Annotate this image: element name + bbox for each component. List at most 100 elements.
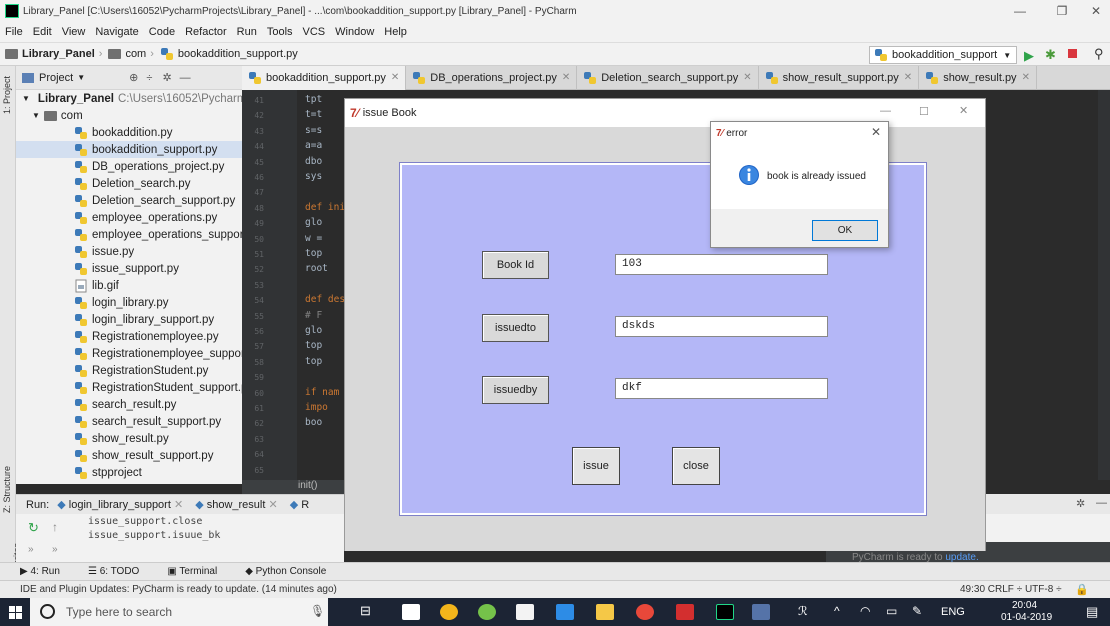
locate-icon[interactable]: ⊕	[129, 71, 138, 84]
app-icon[interactable]	[556, 604, 574, 620]
expand-arrow-icon[interactable]: ▼	[32, 111, 40, 120]
breadcrumb-file[interactable]: bookaddition_support.py	[160, 47, 298, 61]
tree-root[interactable]: ▼ Library_Panel C:\Users\16052\Pycharm	[16, 90, 242, 107]
tab-bookaddition-support[interactable]: bookaddition_support.py ✕	[242, 65, 407, 90]
close-tab-icon[interactable]: ✕	[1022, 72, 1030, 83]
windows-start-icon[interactable]	[9, 606, 22, 619]
tree-item[interactable]: RegistrationStudent_support.py	[16, 379, 242, 396]
editor-scrollbar[interactable]	[1098, 90, 1110, 480]
menu-refactor[interactable]: Refactor	[185, 26, 227, 38]
close-tab-icon[interactable]: ✕	[743, 72, 751, 83]
ok-button[interactable]: OK	[812, 220, 878, 241]
project-view-select[interactable]: Project	[39, 72, 73, 84]
task-view-icon[interactable]: ⊟	[360, 603, 371, 619]
tree-item[interactable]: Deletion_search.py	[16, 175, 242, 192]
expand-icon[interactable]: »	[28, 544, 34, 555]
chrome-icon[interactable]	[636, 604, 654, 620]
tree-item[interactable]: search_result_support.py	[16, 413, 242, 430]
minimize-button[interactable]: —	[998, 0, 1042, 22]
clock-date[interactable]: 01-04-2019	[1001, 612, 1052, 623]
people-icon[interactable]: ℛ	[798, 604, 808, 618]
project-tool-label[interactable]: 1: Project	[2, 76, 12, 114]
tree-item[interactable]: employee_operations.py	[16, 209, 242, 226]
close-button[interactable]: close	[672, 447, 720, 485]
tree-item[interactable]: issue.py	[16, 243, 242, 260]
tree-item[interactable]: employee_operations_support.py	[16, 226, 242, 243]
run-icon[interactable]: ▶	[1024, 48, 1034, 64]
run-tab-show-result[interactable]: ◆ show_result ✕	[195, 498, 278, 511]
close-tab-icon[interactable]: ✕	[268, 499, 277, 511]
pycharm-taskbar-icon[interactable]	[716, 604, 734, 620]
tree-item[interactable]: login_library_support.py	[16, 311, 242, 328]
tool-python-console[interactable]: ◆ Python Console	[245, 566, 340, 577]
tree-item[interactable]: search_result.py	[16, 396, 242, 413]
chevron-up-icon[interactable]: ^	[834, 604, 840, 618]
issue-button[interactable]: issue	[572, 447, 620, 485]
menu-help[interactable]: Help	[384, 26, 407, 38]
close-window-button[interactable]: ✕	[959, 104, 968, 117]
expand-icon[interactable]: »	[52, 544, 58, 555]
tree-folder-com[interactable]: ▼ com	[16, 107, 242, 124]
clock-time[interactable]: 20:04	[1012, 600, 1037, 611]
tab-show-result-support[interactable]: show_result_support.py ✕	[759, 65, 920, 90]
tree-item[interactable]: show_result.py	[16, 430, 242, 447]
app-icon[interactable]	[440, 604, 458, 620]
tree-item[interactable]: show_result_support.py	[16, 447, 242, 464]
tab-deletion-search-support[interactable]: Deletion_search_support.py ✕	[577, 65, 759, 90]
hide-icon[interactable]: —	[180, 72, 191, 84]
language-indicator[interactable]: ENG	[941, 606, 965, 618]
menu-run[interactable]: Run	[237, 26, 257, 38]
notifications-icon[interactable]: ▤	[1086, 604, 1098, 620]
close-dialog-button[interactable]: ✕	[871, 125, 881, 139]
tree-item[interactable]: Registrationemployee_support.py	[16, 345, 242, 362]
close-tab-icon[interactable]: ✕	[904, 72, 912, 83]
tree-item[interactable]: stpproject	[16, 464, 242, 481]
close-window-button[interactable]: ✕	[1074, 0, 1110, 22]
tab-db-operations[interactable]: DB_operations_project.py ✕	[406, 65, 578, 90]
wifi-icon[interactable]: ◠	[860, 604, 870, 618]
tree-item[interactable]: bookaddition.py	[16, 124, 242, 141]
tree-item[interactable]: RegistrationStudent.py	[16, 362, 242, 379]
menu-window[interactable]: Window	[335, 26, 374, 38]
rerun-icon[interactable]: ↻	[28, 520, 39, 536]
menu-tools[interactable]: Tools	[267, 26, 293, 38]
menu-vcs[interactable]: VCS	[303, 26, 326, 38]
stop-icon[interactable]	[1068, 49, 1077, 58]
tool-run[interactable]: ▶ 4: Run	[20, 566, 74, 577]
up-arrow-icon[interactable]: ↑	[52, 520, 58, 534]
code-editor-right[interactable]	[986, 90, 1110, 480]
menu-view[interactable]: View	[62, 26, 86, 38]
store-icon[interactable]	[516, 604, 534, 620]
taskbar-search-box[interactable]: Type here to search 🎙	[30, 598, 328, 626]
maximize-button[interactable]: ☐	[919, 105, 929, 118]
menu-code[interactable]: Code	[149, 26, 175, 38]
close-tab-icon[interactable]: ✕	[562, 72, 570, 83]
menu-file[interactable]: File	[5, 26, 23, 38]
gear-icon[interactable]: ✲	[1076, 497, 1085, 510]
run-console[interactable]: ↻ ↑ » » issue_support.close issue_suppor…	[16, 514, 344, 562]
run-console-right[interactable]	[986, 514, 1110, 542]
tree-item[interactable]: Registrationemployee.py	[16, 328, 242, 345]
expand-arrow-icon[interactable]: ▼	[22, 94, 30, 103]
tree-item[interactable]: DB_operations_project.py	[16, 158, 242, 175]
issued-by-input[interactable]: dkf	[615, 378, 828, 399]
gear-icon[interactable]: ✲	[162, 71, 171, 84]
acrobat-icon[interactable]	[676, 604, 694, 620]
microphone-icon[interactable]: 🎙	[310, 604, 325, 618]
mail-app-icon[interactable]	[402, 604, 420, 620]
status-message[interactable]: IDE and Plugin Updates: PyCharm is ready…	[20, 584, 337, 595]
tree-item[interactable]: bookaddition_support.py	[16, 141, 242, 158]
tab-show-result[interactable]: show_result.py ✕	[919, 65, 1037, 90]
menu-navigate[interactable]: Navigate	[95, 26, 138, 38]
tree-item[interactable]: issue_support.py	[16, 260, 242, 277]
app-icon[interactable]	[478, 604, 496, 620]
tk-taskbar-icon[interactable]	[752, 604, 770, 620]
breadcrumb-folder[interactable]: com	[108, 48, 146, 60]
lock-icon[interactable]: 🔒	[1075, 583, 1089, 596]
menu-edit[interactable]: Edit	[33, 26, 52, 38]
structure-tool-label[interactable]: Z: Structure	[2, 466, 12, 513]
collapse-icon[interactable]: ÷	[146, 72, 152, 84]
tree-item[interactable]: lib.gif	[16, 277, 242, 294]
book-id-input[interactable]: 103	[615, 254, 828, 275]
run-tab-login-library-support[interactable]: ◆ login_library_support ✕	[57, 498, 183, 511]
